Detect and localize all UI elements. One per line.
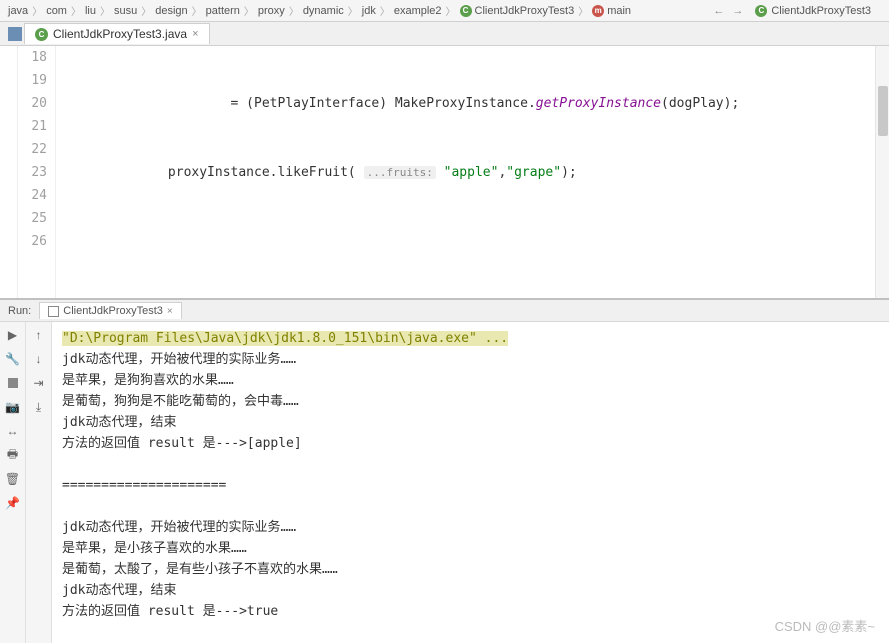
console-line: ===================== xyxy=(62,475,879,496)
gutter-marks xyxy=(0,46,18,298)
close-icon[interactable]: × xyxy=(192,28,198,40)
up-icon[interactable]: ↑ xyxy=(30,326,48,344)
console-line: 是苹果，是小孩子喜欢的水果…… xyxy=(62,538,879,559)
run-toolbar-left: ▶ 🔧 📷 ↔ 🖶 🗑 📌 xyxy=(0,322,26,643)
chevron-right-icon: 〉 xyxy=(141,3,151,18)
line-number: 19 xyxy=(18,69,47,92)
console-line: 方法的返回值 result 是--->[apple] xyxy=(62,433,879,454)
chevron-right-icon: 〉 xyxy=(100,3,110,18)
tab-label: ClientJdkProxyTest3.java xyxy=(53,27,187,41)
crumb[interactable]: com xyxy=(42,5,71,17)
project-icon[interactable] xyxy=(8,27,22,41)
chevron-right-icon: 〉 xyxy=(348,3,358,18)
editor-tabs: C ClientJdkProxyTest3.java × xyxy=(0,22,889,46)
crumb[interactable]: dynamic xyxy=(299,5,348,17)
console-output[interactable]: "D:\Program Files\Java\jdk\jdk1.8.0_151\… xyxy=(52,322,889,643)
scroll-thumb[interactable] xyxy=(878,86,888,136)
watermark: CSDN @@素素~ xyxy=(775,616,875,635)
chevron-right-icon: 〉 xyxy=(380,3,390,18)
layout-icon[interactable]: ↔ xyxy=(4,422,22,440)
code-line: = (PetPlayInterface) MakeProxyInstance.g… xyxy=(74,92,875,115)
chevron-right-icon: 〉 xyxy=(446,3,456,18)
crumb[interactable]: proxy xyxy=(254,5,289,17)
run-config-icon xyxy=(48,306,59,317)
chevron-right-icon: 〉 xyxy=(192,3,202,18)
nav-back-icon[interactable]: ← xyxy=(711,5,726,17)
line-number: 25 xyxy=(18,207,47,230)
crumb[interactable]: java xyxy=(4,5,32,17)
console-line: 是葡萄，太酸了，是有些小孩子不喜欢的水果…… xyxy=(62,559,879,580)
crumb[interactable]: susu xyxy=(110,5,141,17)
line-number: 22 xyxy=(18,138,47,161)
scroll-icon[interactable]: ⤓ xyxy=(30,398,48,416)
rerun-icon[interactable]: ▶ xyxy=(4,326,22,344)
nav-forward-icon[interactable]: → xyxy=(730,5,745,17)
run-tab[interactable]: ClientJdkProxyTest3 × xyxy=(39,302,182,319)
class-icon: C xyxy=(755,5,767,17)
class-icon: C xyxy=(35,28,48,41)
crumb[interactable]: jdk xyxy=(358,5,380,17)
chevron-right-icon: 〉 xyxy=(578,3,588,18)
chevron-right-icon: 〉 xyxy=(289,3,299,18)
crumb-label: main xyxy=(607,5,631,17)
console-line: 是葡萄，狗狗是不能吃葡萄的，会中毒…… xyxy=(62,391,879,412)
pin-icon[interactable]: 📌 xyxy=(4,494,22,512)
crumb[interactable]: design xyxy=(151,5,191,17)
chevron-right-icon: 〉 xyxy=(71,3,81,18)
run-body: ▶ 🔧 📷 ↔ 🖶 🗑 📌 ↑ ↓ ⇥ ⤓ "D:\Program Files\… xyxy=(0,322,889,643)
vertical-scrollbar[interactable] xyxy=(875,46,889,298)
run-tab-label: ClientJdkProxyTest3 xyxy=(63,305,163,317)
down-icon[interactable]: ↓ xyxy=(30,350,48,368)
run-toolbar-inner: ↑ ↓ ⇥ ⤓ xyxy=(26,322,52,643)
trash-icon[interactable]: 🗑 xyxy=(4,470,22,488)
code-line: proxyInstance.likeFruit( ...fruits: "app… xyxy=(74,161,875,184)
camera-icon[interactable]: 📷 xyxy=(4,398,22,416)
method-icon: m xyxy=(592,5,604,17)
line-number: 18 xyxy=(18,46,47,69)
line-numbers: 18 19 20 21 22 23 24 25 26 xyxy=(18,46,56,298)
crumb-method[interactable]: mmain xyxy=(588,5,635,17)
code-line xyxy=(74,230,875,253)
console-line: jdk动态代理，结束 xyxy=(62,580,879,601)
nav-file-label: ClientJdkProxyTest3 xyxy=(771,5,871,17)
close-icon[interactable]: × xyxy=(167,306,173,317)
console-line: jdk动态代理，开始被代理的实际业务…… xyxy=(62,517,879,538)
crumb-label: ClientJdkProxyTest3 xyxy=(475,5,575,17)
console-line: "D:\Program Files\Java\jdk\jdk1.8.0_151\… xyxy=(62,328,879,349)
run-title: Run: xyxy=(0,305,39,317)
crumb-class[interactable]: CClientJdkProxyTest3 xyxy=(456,5,579,17)
line-number: 24 xyxy=(18,184,47,207)
line-number: 23 xyxy=(18,161,47,184)
console-line: 方法的返回值 result 是--->true xyxy=(62,601,879,622)
wrap-icon[interactable]: ⇥ xyxy=(30,374,48,392)
stop-icon[interactable] xyxy=(4,374,22,392)
crumb[interactable]: pattern xyxy=(202,5,244,17)
nav-file[interactable]: C ClientJdkProxyTest3 xyxy=(749,5,877,17)
breadcrumb-bar: java〉 com〉 liu〉 susu〉 design〉 pattern〉 p… xyxy=(0,0,889,22)
console-line xyxy=(62,454,879,475)
console-line: jdk动态代理，开始被代理的实际业务…… xyxy=(62,349,879,370)
hint-column xyxy=(56,46,74,298)
console-line: 是苹果，是狗狗喜欢的水果…… xyxy=(62,370,879,391)
chevron-right-icon: 〉 xyxy=(244,3,254,18)
console-line: jdk动态代理，结束 xyxy=(62,412,879,433)
code-editor[interactable]: 18 19 20 21 22 23 24 25 26 = (PetPlayInt… xyxy=(0,46,889,298)
console-line xyxy=(62,496,879,517)
line-number: 20 xyxy=(18,92,47,115)
line-number: 21 xyxy=(18,115,47,138)
editor-tab[interactable]: C ClientJdkProxyTest3.java × xyxy=(24,23,210,44)
crumb[interactable]: example2 xyxy=(390,5,446,17)
run-header: Run: ClientJdkProxyTest3 × xyxy=(0,300,889,322)
settings-icon[interactable]: 🔧 xyxy=(4,350,22,368)
chevron-right-icon: 〉 xyxy=(32,3,42,18)
class-icon: C xyxy=(460,5,472,17)
code-area[interactable]: = (PetPlayInterface) MakeProxyInstance.g… xyxy=(74,46,875,298)
print-icon[interactable]: 🖶 xyxy=(4,446,22,464)
run-panel: Run: ClientJdkProxyTest3 × ▶ 🔧 📷 ↔ 🖶 🗑 📌… xyxy=(0,298,889,643)
nav-right: ← → C ClientJdkProxyTest3 xyxy=(711,5,885,17)
line-number: 26 xyxy=(18,230,47,253)
crumb[interactable]: liu xyxy=(81,5,100,17)
